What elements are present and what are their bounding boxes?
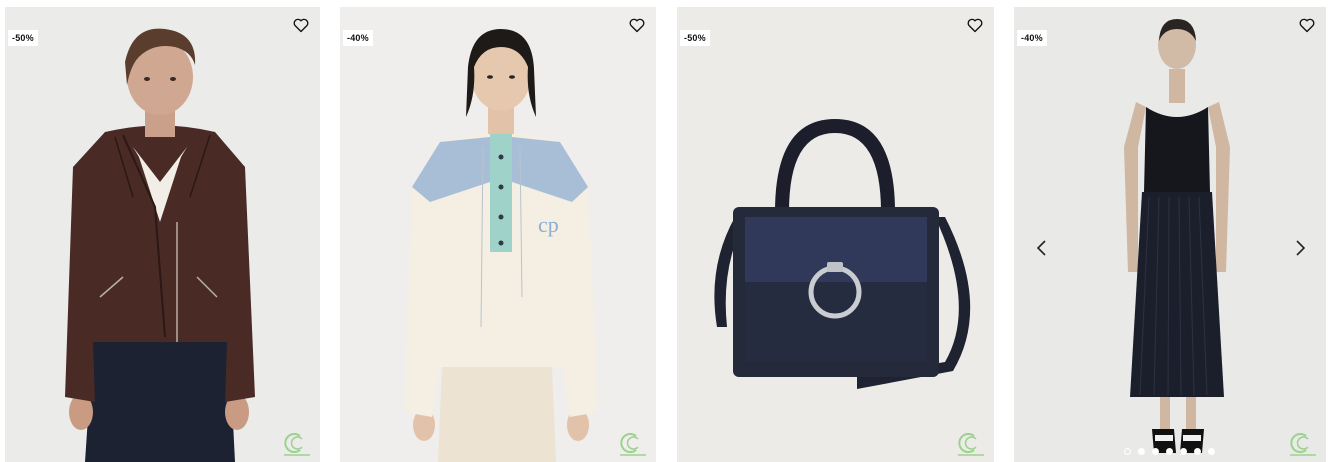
carousel-dot[interactable] (1194, 448, 1201, 455)
heart-icon[interactable] (293, 18, 309, 33)
discount-badge: -50% (8, 30, 38, 46)
carousel-dot[interactable] (1166, 448, 1173, 455)
product-card-handbag[interactable]: -50% (677, 7, 994, 462)
svg-text:cp: cp (538, 212, 559, 237)
brand-logo-icon (284, 433, 310, 456)
product-card-leather-jacket[interactable]: -50% (5, 7, 320, 462)
chevron-right-icon[interactable] (1290, 235, 1310, 261)
discount-badge: -40% (343, 30, 373, 46)
carousel-dot[interactable] (1208, 448, 1215, 455)
discount-badge: -50% (680, 30, 710, 46)
carousel-dot[interactable] (1124, 448, 1131, 455)
heart-icon[interactable] (629, 18, 645, 33)
chevron-left-icon[interactable] (1032, 235, 1052, 261)
product-image-sweatshirt[interactable]: cp (340, 7, 656, 462)
product-image-handbag[interactable] (677, 7, 994, 462)
brand-logo-icon (1290, 433, 1316, 456)
product-image-dress[interactable] (1014, 7, 1326, 462)
brand-logo-icon (620, 433, 646, 456)
brand-logo-icon (958, 433, 984, 456)
product-image-leather-jacket[interactable] (5, 7, 320, 462)
heart-icon[interactable] (1299, 18, 1315, 33)
carousel-dots (1124, 448, 1215, 455)
product-card-dress[interactable]: -40% (1014, 7, 1326, 462)
product-grid: -50% cp -40% -50% -40% (0, 0, 1330, 462)
carousel-dot[interactable] (1138, 448, 1145, 455)
discount-badge: -40% (1017, 30, 1047, 46)
heart-icon[interactable] (967, 18, 983, 33)
carousel-dot[interactable] (1180, 448, 1187, 455)
product-card-sweatshirt[interactable]: cp -40% (340, 7, 656, 462)
carousel-dot[interactable] (1152, 448, 1159, 455)
